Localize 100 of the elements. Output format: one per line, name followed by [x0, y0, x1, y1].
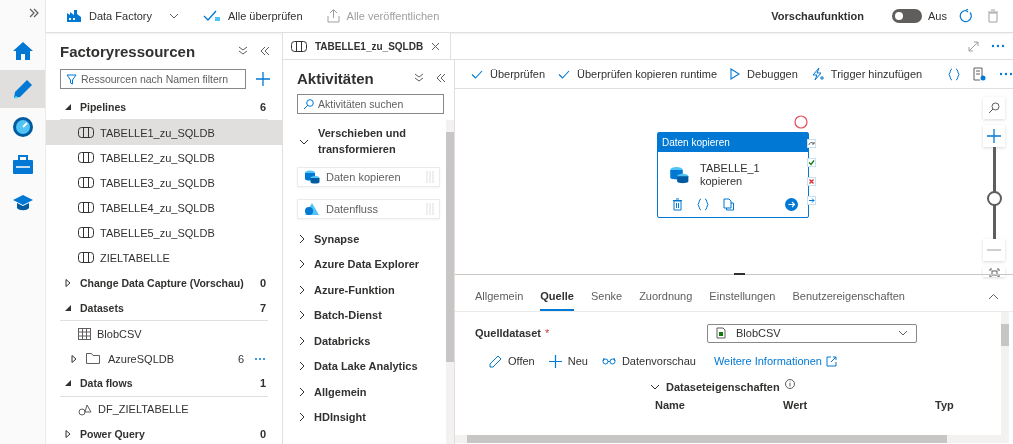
chevron-icon — [299, 412, 305, 423]
dataset-dropdown[interactable]: BlobCSV — [707, 323, 918, 343]
curved-arrow-icon[interactable] — [807, 139, 816, 148]
collapse-all-icon[interactable] — [414, 73, 424, 83]
expand-icon[interactable] — [29, 8, 39, 18]
activity-node[interactable]: Daten kopieren TABELLE_1 kopieren — [657, 132, 809, 218]
scrollbar[interactable] — [1001, 312, 1009, 435]
tab[interactable]: Benutzereigenschaften — [792, 281, 905, 311]
nav-button[interactable] — [0, 70, 45, 108]
slider-thumb[interactable] — [986, 190, 1002, 206]
caret-icon[interactable] — [64, 430, 72, 439]
tree-item[interactable]: BlobCSV — [46, 321, 282, 347]
tab[interactable]: Allgemein — [475, 281, 524, 311]
more-icon[interactable] — [254, 356, 266, 361]
caret-icon[interactable] — [70, 354, 78, 363]
section-toggle[interactable]: Dataseteigenschaften — [650, 381, 780, 393]
collapse-panel-icon[interactable] — [436, 73, 446, 83]
tree-item[interactable]: AzureSQLDB 6 — [46, 346, 282, 372]
pipeline-icon — [78, 127, 94, 139]
arrow-icon[interactable] — [807, 196, 816, 205]
tab[interactable]: Quelle — [540, 281, 574, 311]
document-icon[interactable] — [973, 67, 987, 81]
toolbar-button[interactable]: Debuggen — [730, 68, 798, 80]
item-label: TABELLE1_zu_SQLDB — [100, 126, 215, 139]
toolbar-button[interactable]: Überprüfen — [471, 68, 546, 80]
search-field[interactable]: Aktivitäten suchen — [297, 94, 444, 114]
category-row[interactable]: Verschieben und transformieren — [297, 122, 440, 162]
checkmark-icon — [471, 69, 483, 79]
tree-item[interactable]: TABELLE2_zu_SQLDB — [46, 145, 282, 171]
preview-toggle[interactable] — [892, 9, 923, 23]
count-label: 6 — [237, 352, 244, 365]
column-header: Wert — [783, 399, 809, 411]
tab[interactable]: Zuordnung — [639, 281, 693, 311]
activity-item[interactable]: Datenfluss — [297, 199, 440, 219]
category-row[interactable]: Data Lake Analytics — [297, 353, 440, 379]
collapse-all-icon[interactable] — [238, 46, 248, 56]
checkmark-icon[interactable] — [807, 158, 816, 167]
delete-icon[interactable] — [672, 198, 683, 211]
more-icon[interactable] — [999, 72, 1013, 76]
chevron-up-icon[interactable] — [988, 292, 999, 300]
action-button[interactable]: Neu — [548, 354, 588, 368]
caret-icon[interactable] — [64, 379, 72, 388]
count-label: 0 — [259, 277, 266, 290]
add-icon — [987, 129, 1001, 143]
pipeline-icon — [78, 152, 94, 164]
more-info-link[interactable]: Weitere Informationen — [713, 355, 837, 367]
tree-item[interactable]: TABELLE5_zu_SQLDB — [46, 220, 282, 246]
tab[interactable]: Einstellungen — [709, 281, 776, 311]
filter-field[interactable]: Ressourcen nach Namen filtern — [60, 69, 246, 89]
factory-selector[interactable]: Data Factory — [66, 9, 179, 23]
tree-item[interactable]: ZIELTABELLE — [46, 245, 282, 271]
scrollbar[interactable] — [455, 434, 1009, 443]
caret-icon[interactable] — [64, 103, 72, 112]
tree-group[interactable]: Datasets 7 — [60, 295, 268, 322]
activity-item[interactable]: Daten kopieren — [297, 167, 440, 187]
zoom-search-button[interactable] — [983, 97, 1005, 119]
tree-item[interactable]: TABELLE4_zu_SQLDB — [46, 195, 282, 221]
arrow-circle-icon[interactable] — [785, 198, 798, 211]
resize-handle[interactable] — [734, 273, 745, 275]
action-button[interactable]: Offen — [489, 354, 535, 368]
close-icon[interactable] — [431, 41, 441, 51]
count-label: 6 — [259, 101, 266, 114]
category-row[interactable]: Synapse — [297, 226, 440, 252]
factory-icon — [66, 9, 82, 23]
tree-item[interactable]: TABELLE1_zu_SQLDB — [46, 120, 282, 146]
validate-all-button[interactable]: Alle überprüfen — [192, 10, 303, 22]
add-icon[interactable] — [256, 72, 270, 86]
chevron-icon — [650, 384, 660, 390]
category-row[interactable]: Databricks — [297, 328, 440, 354]
file-icon — [716, 327, 727, 339]
category-row[interactable]: Batch-Dienst — [297, 302, 440, 328]
caret-icon[interactable] — [64, 279, 72, 288]
code-icon[interactable] — [948, 67, 961, 81]
more-icon[interactable] — [991, 44, 1005, 48]
folder-icon — [86, 353, 100, 365]
expand-icon[interactable] — [968, 40, 979, 52]
toolbar-button[interactable]: Überprüfen kopieren runtime — [558, 68, 718, 80]
tree-item[interactable]: DF_ZIELTABELLE — [46, 396, 282, 422]
tree-group[interactable]: Data flows 1 — [60, 371, 268, 397]
tree-item[interactable]: TABELLE3_zu_SQLDB — [46, 170, 282, 196]
category-row[interactable]: Azure Data Explorer — [297, 251, 440, 277]
action-button[interactable]: Datenvorschau — [601, 355, 696, 367]
zoom-in-button[interactable] — [983, 125, 1005, 147]
category-row[interactable]: HDInsight — [297, 404, 440, 430]
copy-icon[interactable] — [723, 198, 734, 211]
refresh-icon[interactable] — [959, 9, 973, 23]
info-icon[interactable] — [784, 379, 795, 389]
category-label: Databricks — [314, 334, 371, 347]
tab[interactable]: Senke — [590, 281, 623, 311]
code-icon[interactable] — [697, 198, 709, 211]
category-row[interactable]: Allgemein — [297, 379, 440, 405]
collapse-panel-icon[interactable] — [260, 46, 270, 56]
scrollbar[interactable] — [446, 120, 454, 444]
category-row[interactable]: Azure-Funktion — [297, 277, 440, 303]
tree-group[interactable]: Change Data Capture (Vorschau) 0 — [60, 270, 268, 296]
cross-icon[interactable] — [807, 177, 816, 186]
tree-group[interactable]: Power Query 0 — [60, 421, 268, 444]
caret-icon[interactable] — [64, 303, 72, 312]
fit-button[interactable] — [983, 267, 1005, 277]
toolbar-button[interactable]: Trigger hinzufügen — [810, 67, 923, 81]
